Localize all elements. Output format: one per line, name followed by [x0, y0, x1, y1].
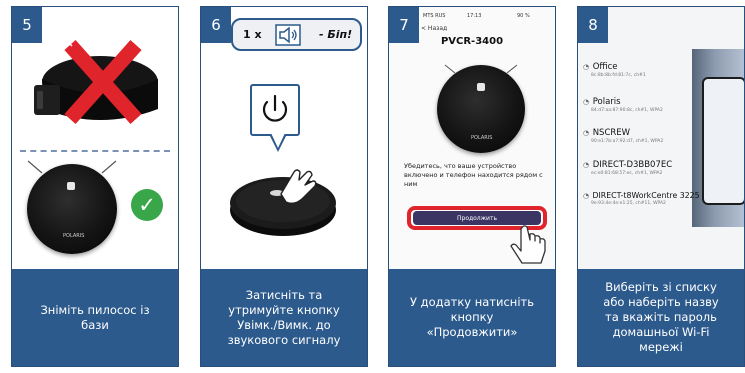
wifi-network-item[interactable]: ◔ NSCREW 90:e1:7b:a7:92:d7, ch#1, WPA2: [583, 128, 703, 144]
hand-pointer-icon: [510, 225, 546, 264]
step-caption: У додатку натисніть кнопку «Продовжити»: [389, 269, 555, 366]
check-icon: ✓: [131, 189, 163, 221]
wifi-name: DIRECT-D3BB07EC: [592, 160, 673, 170]
wifi-icon: ◔: [583, 63, 590, 71]
hand-icon: [280, 169, 317, 205]
step-panel-5: 5 POLARIS ✓ Зніміть пилосос із бази: [11, 6, 179, 367]
step-number: 5: [12, 7, 42, 43]
robot-details: [27, 160, 117, 190]
step-caption: Зніміть пилосос із бази: [12, 269, 178, 366]
robot-brand: POLARIS: [63, 233, 85, 239]
wifi-details: 9e:93:4e:4e:e1:25, ch#11, WPA2: [591, 201, 666, 206]
wifi-details: 8c:8b:8b:fd:81:7c, ch#1: [591, 73, 646, 78]
step-panel-7: 7 MTS RUS 17:13 90 % < Назад PVCR-3400 P…: [388, 6, 556, 367]
wifi-network-item[interactable]: ◔ DIRECT-t8WorkCentre 3225 9e:93:4e:4e:e…: [583, 191, 703, 206]
phone-screen: MTS RUS 17:13 90 % < Назад PVCR-3400 POL…: [389, 7, 555, 269]
wifi-icon: ◔: [583, 161, 590, 169]
phone-screen-image: [702, 77, 744, 205]
wifi-name: Polaris: [592, 97, 621, 107]
step-visual: 1 x - Біп!: [201, 7, 367, 269]
wifi-icon: ◔: [583, 192, 590, 200]
wifi-details: 84:d7:aa:87:90:8c, ch#1, WPA2: [591, 108, 663, 113]
step-number: 8: [578, 7, 608, 43]
wifi-name: NSCREW: [592, 128, 631, 138]
step-caption: Виберіть зі списку або наберіть назву та…: [578, 269, 744, 366]
step-number: 7: [389, 7, 419, 43]
wifi-icon: ◔: [583, 98, 590, 106]
wifi-network-item[interactable]: ◔ DIRECT-D3BB07EC ec:e0:81:68:57:ec, ch#…: [583, 160, 703, 176]
wifi-name: DIRECT-t8WorkCentre 3225: [592, 191, 700, 200]
step-panel-8: 8 ◔ Office 8c:8b:8b:fd:81:7c, ch#1 ◔ Pol…: [577, 6, 745, 367]
wifi-network-item[interactable]: ◔ Polaris 84:d7:aa:87:90:8c, ch#1, WPA2: [583, 97, 703, 113]
step-panel-6: 6 1 x - Біп! Затисніть та утримуйте кноп…: [200, 6, 368, 367]
step-visual: ◔ Office 8c:8b:8b:fd:81:7c, ch#1 ◔ Polar…: [578, 7, 744, 269]
step-number: 6: [201, 7, 231, 43]
wifi-network-item[interactable]: ◔ Office 8c:8b:8b:fd:81:7c, ch#1: [583, 62, 703, 78]
step-visual: POLARIS ✓: [12, 7, 178, 269]
wifi-icon: ◔: [583, 129, 590, 137]
wifi-name: Office: [592, 62, 618, 72]
step-caption: Затисніть та утримуйте кнопку Увімк./Вим…: [201, 269, 367, 366]
wifi-details: 90:e1:7b:a7:92:d7, ch#1, WPA2: [591, 139, 664, 144]
wifi-details: ec:e0:81:68:57:ec, ch#1, WPA2: [591, 171, 663, 176]
